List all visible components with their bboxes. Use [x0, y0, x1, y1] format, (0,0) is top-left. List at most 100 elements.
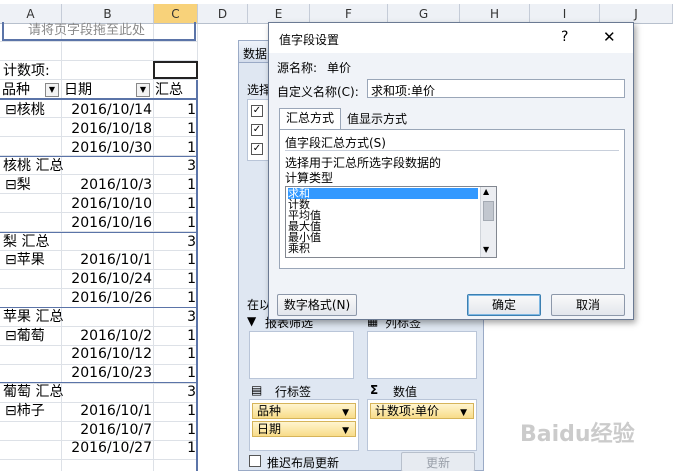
- count-cell[interactable]: 3: [154, 308, 196, 326]
- row-labels-drop-area[interactable]: 品种 ▼ 日期 ▼: [249, 399, 359, 451]
- count-cell[interactable]: 1: [154, 120, 196, 138]
- chevron-down-icon[interactable]: ▼: [342, 406, 349, 420]
- report-filter-drop-area[interactable]: [249, 331, 354, 379]
- date-cell[interactable]: 2016/10/18: [62, 120, 152, 138]
- date-cell[interactable]: 2016/10/12: [62, 345, 152, 363]
- column-header-f[interactable]: F: [310, 4, 388, 24]
- date-cell[interactable]: 2016/10/30: [62, 139, 152, 157]
- count-cell[interactable]: 1: [154, 101, 196, 119]
- column-header-g[interactable]: G: [388, 4, 460, 24]
- date-cell[interactable]: 2016/10/23: [62, 364, 152, 382]
- row-item-label[interactable]: ⊟苹果: [5, 251, 45, 269]
- chevron-down-icon[interactable]: ▼: [342, 424, 349, 438]
- date-cell[interactable]: 2016/10/1: [62, 251, 152, 269]
- count-cell[interactable]: 3: [154, 157, 196, 175]
- pane-title: 数据: [243, 47, 268, 61]
- cancel-button[interactable]: 取消: [551, 294, 625, 316]
- tab-summarize-by[interactable]: 汇总方式: [279, 108, 341, 130]
- close-icon[interactable]: ✕: [603, 28, 616, 46]
- count-cell[interactable]: 1: [154, 176, 196, 194]
- section-divider: [285, 150, 619, 151]
- column-header-i[interactable]: I: [530, 4, 600, 24]
- row-field-pill[interactable]: 日期 ▼: [252, 421, 356, 437]
- ok-button[interactable]: 确定: [467, 294, 541, 316]
- count-cell[interactable]: 1: [154, 327, 196, 345]
- row-item-label[interactable]: ⊟葡萄: [5, 327, 45, 345]
- custom-name-input[interactable]: 求和项:单价: [367, 79, 625, 98]
- column-header-j[interactable]: J: [600, 4, 673, 24]
- date-cell[interactable]: 2016/10/14: [62, 101, 152, 119]
- date-cell[interactable]: 2016/10/10: [62, 195, 152, 213]
- field-checkbox[interactable]: ✓: [251, 105, 263, 117]
- column-header-b[interactable]: B: [62, 4, 154, 24]
- date-cell[interactable]: 2016/10/7: [62, 421, 152, 439]
- number-format-button[interactable]: 数字格式(N): [277, 294, 357, 316]
- count-cell[interactable]: 1: [154, 289, 196, 307]
- defer-update-label: 推迟布局更新: [267, 456, 340, 470]
- subtotal-border: [0, 231, 198, 233]
- column-header-d[interactable]: D: [198, 4, 248, 24]
- filter-icon: ▼: [247, 314, 257, 328]
- date-cell[interactable]: 2016/10/26: [62, 289, 152, 307]
- count-label: 计数项:: [3, 63, 50, 79]
- row-field-pill[interactable]: 品种 ▼: [252, 403, 356, 419]
- count-cell[interactable]: 1: [154, 364, 196, 382]
- count-cell[interactable]: 3: [154, 233, 196, 251]
- page-field-drop-zone[interactable]: 请将页字段拖至此处: [2, 22, 196, 41]
- count-cell[interactable]: 1: [154, 421, 196, 439]
- scroll-thumb[interactable]: [483, 201, 494, 221]
- column-header-c[interactable]: C: [154, 4, 198, 24]
- pill-label: 日期: [257, 422, 282, 436]
- date-cell[interactable]: 2016/10/3: [62, 176, 152, 194]
- count-cell[interactable]: 1: [154, 214, 196, 232]
- row-item-label[interactable]: ⊟核桃: [5, 101, 45, 119]
- row-item-label[interactable]: ⊟梨: [5, 176, 31, 194]
- date-cell[interactable]: 2016/10/27: [62, 439, 152, 457]
- scroll-up-icon[interactable]: ▲: [483, 187, 489, 196]
- date-cell[interactable]: 2016/10/2: [62, 327, 152, 345]
- filter-dropdown-icon[interactable]: ▼: [136, 83, 150, 97]
- count-cell[interactable]: 1: [154, 345, 196, 363]
- date-cell[interactable]: 2016/10/16: [62, 214, 152, 232]
- column-header-a[interactable]: A: [0, 4, 62, 24]
- subtotal-label[interactable]: 葡萄 汇总: [3, 383, 63, 401]
- value-field-pill[interactable]: 计数项:单价 ▼: [370, 403, 474, 419]
- date-cell[interactable]: 2016/10/24: [62, 270, 152, 288]
- date-label: 日期: [64, 82, 92, 98]
- update-button[interactable]: 更新: [401, 452, 475, 471]
- list-item[interactable]: 最小值: [288, 232, 478, 243]
- count-cell[interactable]: 1: [154, 251, 196, 269]
- custom-name-value: 求和项:单价: [371, 84, 436, 98]
- list-scrollbar[interactable]: ▲ ▼: [480, 187, 496, 257]
- list-item[interactable]: 乘积: [288, 243, 478, 254]
- help-button[interactable]: ?: [561, 29, 568, 45]
- row-item-label[interactable]: ⊟柿子: [5, 402, 45, 420]
- count-cell[interactable]: 1: [154, 270, 196, 288]
- count-cell[interactable]: 3: [154, 383, 196, 401]
- filter-dropdown-icon[interactable]: ▼: [45, 83, 59, 97]
- row-field-date[interactable]: 日期 ▼: [64, 81, 152, 99]
- scroll-down-icon[interactable]: ▼: [483, 245, 489, 254]
- date-cell[interactable]: 2016/10/1: [62, 402, 152, 420]
- row-field-variety[interactable]: 品种 ▼: [2, 81, 61, 99]
- count-cell[interactable]: 1: [154, 439, 196, 457]
- column-labels-drop-area[interactable]: [367, 331, 477, 379]
- field-checkbox[interactable]: ✓: [251, 143, 263, 155]
- column-header-h[interactable]: H: [460, 4, 530, 24]
- count-cell[interactable]: 1: [154, 195, 196, 213]
- row-labels-label: 行标签: [275, 385, 312, 399]
- count-cell[interactable]: 1: [154, 139, 196, 157]
- values-drop-area[interactable]: 计数项:单价 ▼: [367, 399, 477, 451]
- tab-show-values-as[interactable]: 值显示方式: [342, 110, 412, 130]
- field-checkbox[interactable]: ✓: [251, 124, 263, 136]
- active-cell[interactable]: [153, 61, 198, 79]
- subtotal-label[interactable]: 苹果 汇总: [3, 308, 63, 326]
- calculation-type-list[interactable]: 求和 计数 平均值 最大值 最小值 乘积 ▲ ▼: [285, 186, 497, 258]
- chevron-down-icon[interactable]: ▼: [460, 406, 467, 420]
- count-cell[interactable]: 1: [154, 402, 196, 420]
- list-item[interactable]: 求和: [288, 188, 478, 199]
- defer-update-checkbox[interactable]: [249, 455, 261, 467]
- subtotal-label[interactable]: 核桃 汇总: [3, 157, 63, 175]
- column-header-e[interactable]: E: [248, 4, 310, 24]
- subtotal-label[interactable]: 梨 汇总: [3, 233, 49, 251]
